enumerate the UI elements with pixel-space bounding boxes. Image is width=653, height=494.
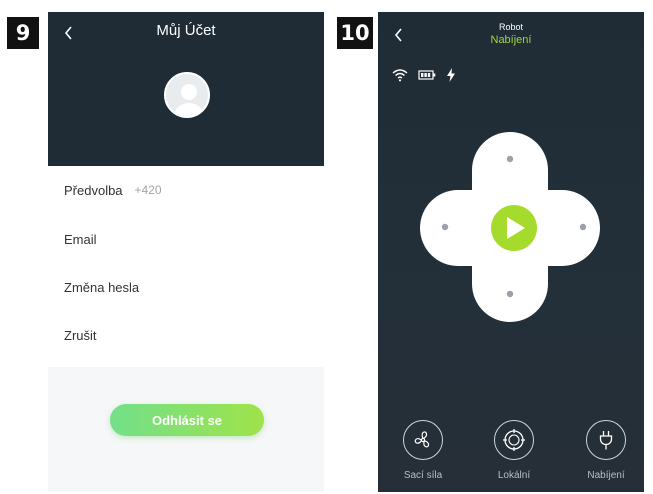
charging-button[interactable] <box>586 420 626 460</box>
fan-icon <box>414 431 430 448</box>
spot-clean-label: Lokální <box>497 470 531 481</box>
spot-clean-icon <box>503 429 525 451</box>
page-title: Můj Účet <box>156 22 216 39</box>
wifi-icon <box>392 69 408 82</box>
direction-pad[interactable] <box>420 132 600 322</box>
step-badge-10: 10 <box>337 17 373 49</box>
dpad-right-dot[interactable] <box>579 223 587 231</box>
settings-row-change-password[interactable]: Změna hesla <box>48 263 324 311</box>
charging-label: Nabíjení <box>587 470 625 481</box>
suction-power-label: Sací síla <box>403 470 443 481</box>
logout-button[interactable]: Odhlásit se <box>110 404 264 436</box>
row-label: Předvolba <box>64 182 123 198</box>
row-label: Zrušit <box>64 327 97 343</box>
user-avatar-icon[interactable] <box>164 72 210 118</box>
dpad-up-dot[interactable] <box>506 155 514 163</box>
settings-row-cancel[interactable]: Zrušit <box>48 311 324 359</box>
account-header: Můj Účet <box>48 12 324 166</box>
dpad-down-dot[interactable] <box>506 290 514 298</box>
settings-row-email[interactable]: Email <box>48 215 324 263</box>
row-label: Email <box>64 231 97 247</box>
row-label: Změna hesla <box>64 279 140 295</box>
battery-icon <box>418 70 436 80</box>
settings-row-prefix[interactable]: Předvolba +420 <box>48 166 324 214</box>
play-icon[interactable] <box>491 205 537 251</box>
plug-icon <box>599 431 613 450</box>
suction-power-button[interactable] <box>403 420 443 460</box>
account-screen: Můj Účet Předvolba +420 Email Změna hesl… <box>48 12 324 492</box>
charging-bolt-icon <box>447 68 455 82</box>
device-title: Robot <box>498 22 524 32</box>
dpad-left-dot[interactable] <box>441 223 449 231</box>
spot-clean-button[interactable] <box>494 420 534 460</box>
step-badge-9: 9 <box>7 17 39 49</box>
robot-screen: Robot Nabíjení Sací síla Lokální Nabíjen… <box>378 12 644 492</box>
device-status: Nabíjení <box>490 34 532 46</box>
row-value: +420 <box>134 183 162 197</box>
